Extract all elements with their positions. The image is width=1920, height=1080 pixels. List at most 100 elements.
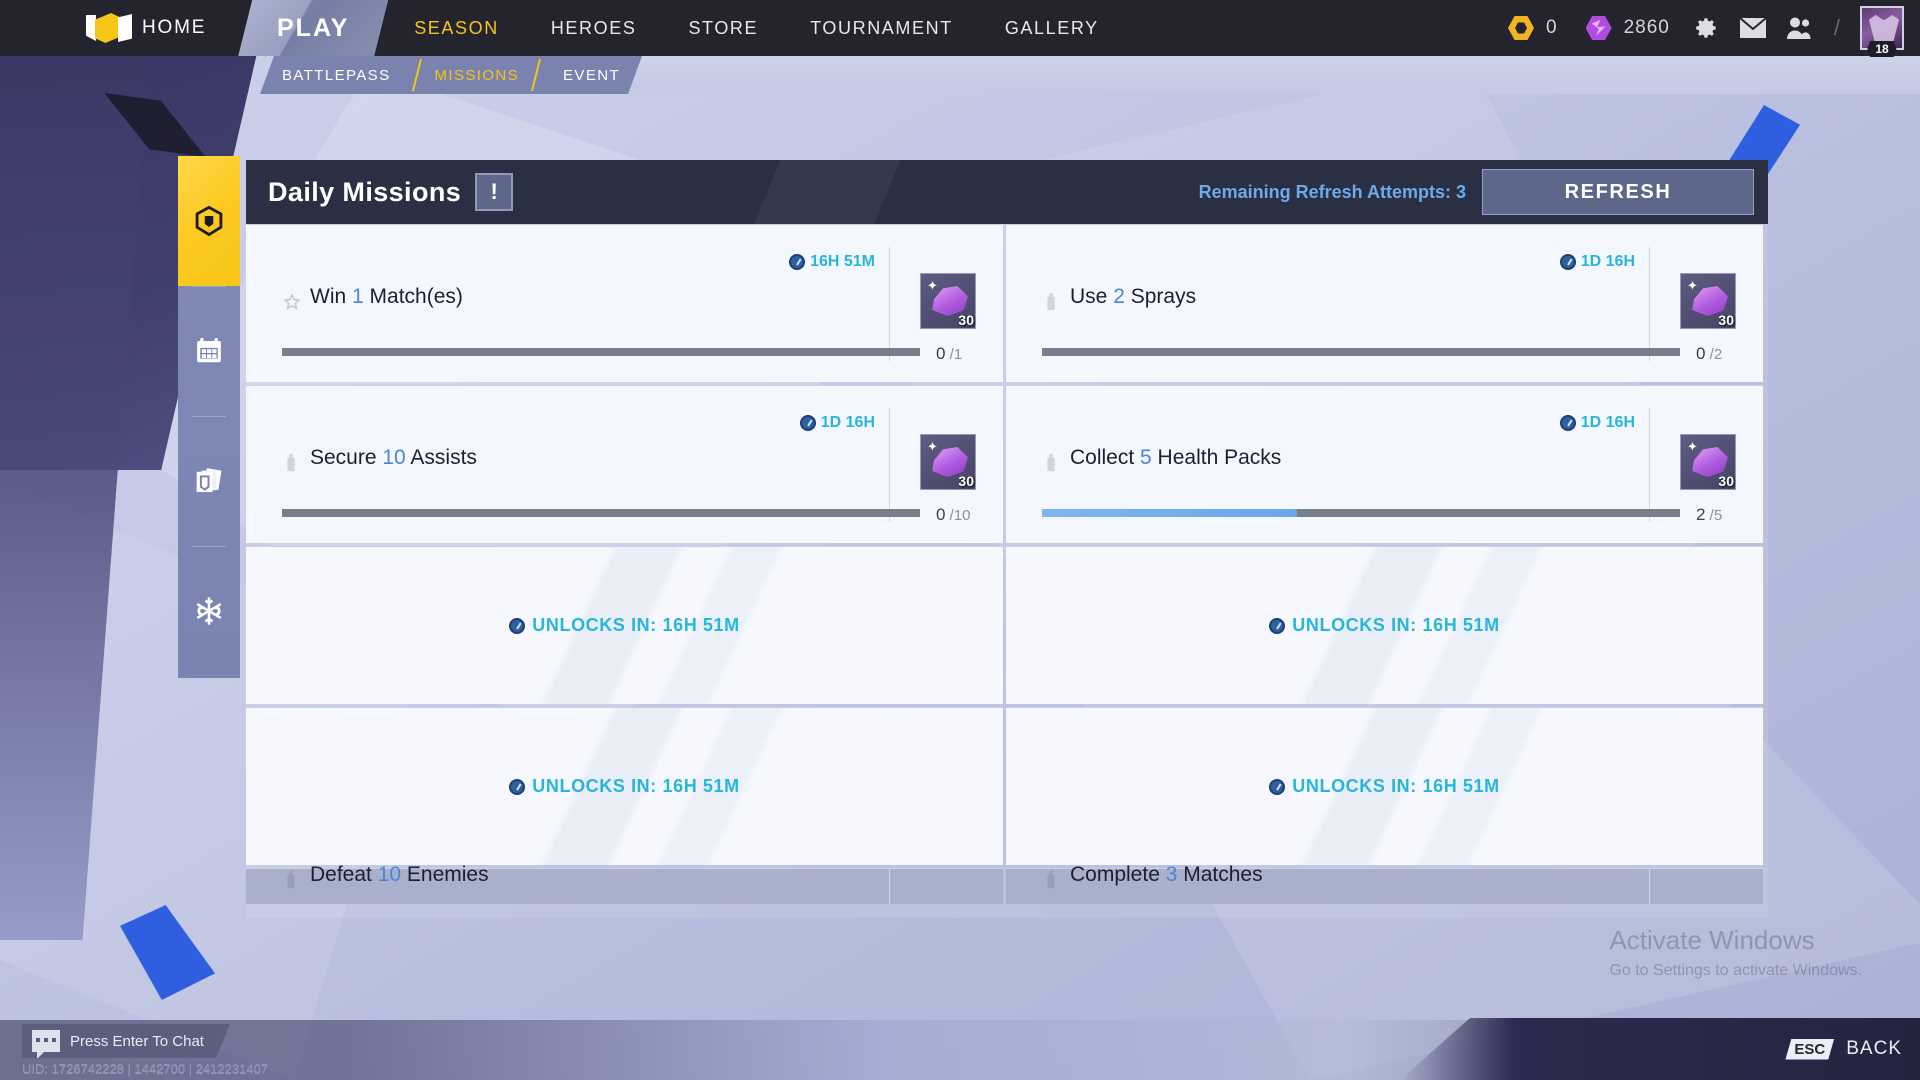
mission-card[interactable]: Complete 3 Matches (1006, 863, 1763, 905)
mission-description: Use 2 Sprays (1070, 285, 1196, 309)
sub-navigation-bar: BATTLEPASS MISSIONS EVENT (0, 56, 1920, 94)
clock-icon (789, 254, 806, 270)
snowflake-icon (196, 597, 222, 625)
tab-event[interactable]: EVENT (541, 56, 642, 94)
esc-key-badge: ESC (1785, 1039, 1834, 1060)
gem-value: 2860 (1623, 17, 1670, 38)
locked-mission-card: UNLOCKS IN: 16H 51M (246, 707, 1003, 865)
sparkle-icon: ✦ (927, 439, 938, 454)
mission-reward[interactable]: ✦ 30 (1680, 434, 1736, 490)
coin-value: 0 (1546, 17, 1558, 38)
sidebar-item-calendar[interactable] (178, 286, 240, 416)
mission-description: Collect 5 Health Packs (1070, 446, 1281, 470)
nav-tab-store[interactable]: STORE (662, 0, 784, 56)
nav-tab-gallery[interactable]: GALLERY (979, 0, 1125, 56)
mission-card[interactable]: Collect 5 Health Packs 1D 16H ✦ 30 2 /5 (1006, 385, 1763, 543)
home-button[interactable]: HOME (86, 13, 206, 43)
remaining-refresh-attempts: Remaining Refresh Attempts: 3 (1198, 181, 1466, 202)
missions-row-partial: Defeat 10 Enemies Complete 3 Matches (246, 863, 1768, 905)
calendar-icon (197, 338, 221, 363)
mission-prefix: Secure (310, 446, 383, 469)
star-icon (282, 292, 302, 312)
progress-count: 0 /10 (936, 505, 971, 525)
avatar[interactable]: 18 (1860, 6, 1904, 57)
avatar-portrait-icon (1869, 15, 1899, 41)
mission-suffix: Enemies (401, 863, 489, 886)
mission-timer-value: 16H 51M (810, 253, 875, 270)
mission-reward[interactable]: ✦ 30 (1680, 273, 1736, 329)
mission-amount: 5 (1140, 446, 1152, 469)
nav-tab-heroes[interactable]: HEROES (525, 0, 663, 56)
mission-card[interactable]: Secure 10 Assists 1D 16H ✦ 30 0 /10 (246, 385, 1003, 543)
mission-amount: 10 (377, 863, 402, 886)
mission-prefix: Defeat (310, 863, 378, 886)
page-title: Daily Missions (268, 176, 462, 207)
progress-count: 0 /1 (936, 344, 962, 364)
progress-fill (1042, 509, 1298, 517)
unlock-timer: UNLOCKS IN: 16H 51M (509, 615, 739, 636)
clock-icon (509, 778, 526, 795)
nav-tab-season[interactable]: SEASON (388, 0, 525, 56)
missions-row: Win 1 Match(es) 16H 51M ✦ 30 0 /1 Use 2 … (246, 224, 1768, 382)
watermark-subtitle: Go to Settings to activate Windows. (1609, 962, 1862, 979)
tab-battlepass[interactable]: BATTLEPASS (260, 56, 412, 94)
mail-icon[interactable] (1730, 5, 1776, 51)
unlock-timer: UNLOCKS IN: 16H 51M (1269, 776, 1499, 797)
mission-description: Defeat 10 Enemies (310, 863, 489, 887)
unlock-timer: UNLOCKS IN: 16H 51M (509, 776, 739, 797)
progress-total: /10 (945, 507, 971, 524)
mission-amount: 10 (382, 446, 406, 469)
sparkle-icon: ✦ (927, 278, 938, 293)
clock-icon (799, 415, 816, 431)
missions-row: UNLOCKS IN: 16H 51M UNLOCKS IN: 16H 51M (246, 707, 1768, 865)
mission-reward[interactable]: ✦ 30 (920, 273, 976, 329)
defeat-icon (282, 870, 302, 890)
mission-timer-value: 1D 16H (820, 414, 875, 431)
mission-amount: 3 (1165, 863, 1178, 886)
mission-amount: 1 (352, 285, 364, 308)
friends-icon[interactable] (1776, 5, 1822, 51)
battlepass-icon (195, 205, 223, 237)
chat-label: Press Enter To Chat (70, 1032, 204, 1050)
plus-icon: + (1529, 29, 1538, 45)
chat-button[interactable]: Press Enter To Chat (22, 1024, 230, 1058)
sidebar-item-snowflake[interactable] (178, 546, 240, 676)
mission-suffix: Health Packs (1151, 446, 1282, 469)
mission-card[interactable]: Use 2 Sprays 1D 16H ✦ 30 0 /2 (1006, 224, 1763, 382)
avatar-level-badge: 18 (1867, 41, 1897, 57)
mission-card[interactable]: Defeat 10 Enemies (246, 863, 1003, 905)
mission-timer: 1D 16H (799, 414, 875, 432)
progress-bar (282, 509, 920, 517)
mission-suffix: Sprays (1124, 285, 1197, 308)
top-nav-right: + 0 2860 / 18 (1494, 0, 1920, 57)
top-nav-left: HOME PLAY SEASON HEROES STORE TOURNAMENT… (0, 0, 1125, 56)
gear-icon[interactable] (1684, 5, 1730, 51)
progress-total: /1 (945, 346, 963, 363)
progress-count: 2 /5 (1696, 505, 1722, 525)
left-sidebar (178, 156, 240, 678)
game-logo-icon (86, 13, 132, 43)
sidebar-item-cards[interactable] (178, 416, 240, 546)
tab-missions[interactable]: MISSIONS (412, 56, 541, 94)
nav-play-label: PLAY (277, 13, 350, 42)
mission-reward[interactable]: ✦ 30 (920, 434, 976, 490)
mission-description: Secure 10 Assists (310, 446, 477, 470)
info-badge[interactable]: ! (475, 173, 514, 211)
mission-card[interactable]: Win 1 Match(es) 16H 51M ✦ 30 0 /1 (246, 224, 1003, 382)
nav-tab-tournament[interactable]: TOURNAMENT (784, 0, 979, 56)
mission-prefix: Use (1070, 285, 1114, 308)
refresh-button[interactable]: REFRESH (1482, 169, 1754, 215)
sidebar-item-battlepass[interactable] (178, 156, 240, 286)
mission-suffix: Assists (405, 446, 477, 469)
cards-icon (196, 468, 222, 493)
mission-prefix: Complete (1070, 863, 1166, 886)
currency-coin[interactable]: + 0 (1494, 15, 1572, 41)
panel-header: Daily Missions ! Remaining Refresh Attem… (246, 160, 1768, 224)
currency-gem[interactable]: 2860 (1572, 15, 1684, 41)
back-button[interactable]: ESC BACK (1785, 1038, 1902, 1060)
nav-tab-play[interactable]: PLAY (238, 0, 388, 56)
mission-timer: 1D 16H (1559, 253, 1635, 271)
reward-quantity: 30 (1718, 312, 1734, 328)
panel-header-right: Remaining Refresh Attempts: 3 REFRESH (1199, 160, 1768, 224)
clock-icon (1559, 415, 1576, 431)
